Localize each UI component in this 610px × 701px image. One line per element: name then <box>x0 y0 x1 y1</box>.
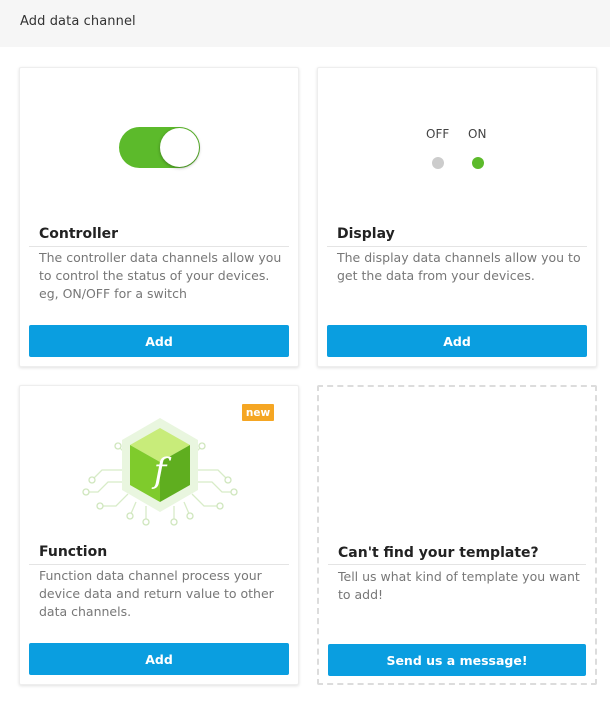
card-divider <box>29 246 289 247</box>
card-title: Controller <box>39 226 119 242</box>
card-description: The display data channels allow you to g… <box>337 250 581 283</box>
page-header: Add data channel <box>0 0 610 47</box>
add-display-button[interactable]: Add <box>327 325 587 357</box>
page-title: Add data channel <box>20 14 136 29</box>
card-title: Can't find your template? <box>338 545 539 561</box>
toggle-knob <box>160 128 199 167</box>
card-divider <box>327 246 587 247</box>
card-divider <box>328 564 586 565</box>
toggle-switch-icon <box>119 127 200 168</box>
card-description: The controller data channels allow you t… <box>39 250 282 301</box>
send-message-button[interactable]: Send us a message! <box>328 644 586 676</box>
card-description: Function data channel process your devic… <box>39 568 274 619</box>
card-title: Display <box>337 226 395 242</box>
new-badge: new <box>242 404 274 421</box>
add-function-button[interactable]: Add <box>29 643 289 675</box>
on-dot-icon <box>472 157 484 169</box>
off-dot-icon <box>432 157 444 169</box>
on-label: ON <box>468 127 487 141</box>
add-controller-button[interactable]: Add <box>29 325 289 357</box>
template-request-card: Can't find your template? Tell us what k… <box>317 385 597 685</box>
card-description: Tell us what kind of template you want t… <box>338 569 580 602</box>
card-divider <box>29 564 289 565</box>
controller-card: Controller The controller data channels … <box>19 67 299 367</box>
card-title: Function <box>39 544 108 560</box>
off-label: OFF <box>426 127 450 141</box>
function-cube-icon: f <box>82 418 238 526</box>
display-card: OFF ON Display The display data channels… <box>317 67 597 367</box>
function-card: new f Function Function data channel pro… <box>19 385 299 685</box>
